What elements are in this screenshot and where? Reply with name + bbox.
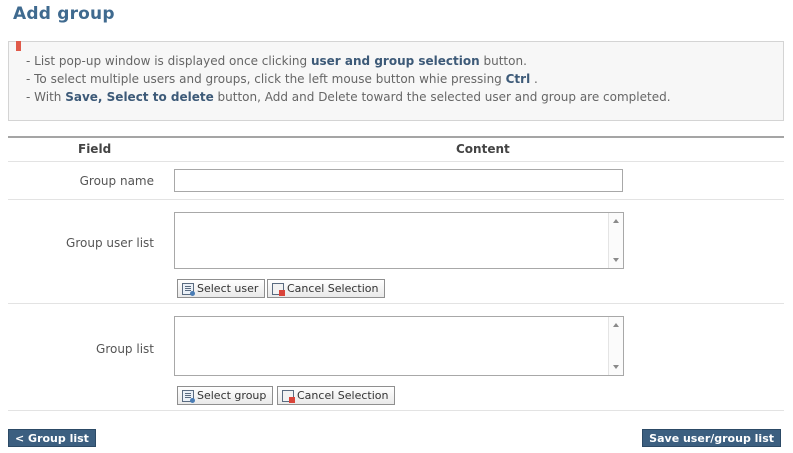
bookmark-icon: [16, 41, 21, 54]
select-group-button[interactable]: Select group: [177, 386, 274, 405]
group-list-back-button[interactable]: < Group list: [8, 429, 96, 447]
table-top-border: [8, 136, 784, 138]
info-line-1: - List pop-up window is displayed once c…: [26, 54, 527, 68]
group-user-list-label: Group user list: [66, 236, 154, 250]
scroll-up-icon[interactable]: [613, 219, 619, 223]
listbox-scrollbar[interactable]: [608, 213, 623, 268]
group-listbox[interactable]: [174, 316, 624, 376]
divider: [8, 303, 784, 304]
scroll-down-icon[interactable]: [613, 258, 619, 262]
cancel-selection-icon: [282, 389, 295, 403]
listbox-scrollbar[interactable]: [608, 317, 623, 375]
page-title: Add group: [13, 4, 115, 24]
scroll-up-icon[interactable]: [613, 323, 619, 327]
cancel-group-selection-button[interactable]: Cancel Selection: [277, 386, 396, 405]
cancel-selection-icon: [272, 282, 285, 296]
cancel-user-selection-button[interactable]: Cancel Selection: [267, 279, 386, 298]
group-name-input[interactable]: [174, 169, 623, 192]
info-line-2: - To select multiple users and groups, c…: [26, 72, 538, 86]
group-name-label: Group name: [79, 174, 154, 188]
save-user-group-list-button[interactable]: Save user/group list: [642, 429, 781, 447]
divider: [8, 410, 784, 411]
info-box: - List pop-up window is displayed once c…: [8, 41, 784, 121]
divider: [8, 199, 784, 200]
header-field: Field: [78, 142, 112, 156]
scroll-down-icon[interactable]: [613, 365, 619, 369]
group-list-label: Group list: [96, 342, 154, 356]
select-user-icon: [182, 282, 195, 296]
select-group-icon: [182, 389, 195, 403]
divider: [8, 161, 784, 162]
select-user-button[interactable]: Select user: [177, 279, 266, 298]
header-content: Content: [456, 142, 510, 156]
group-user-listbox[interactable]: [174, 212, 624, 269]
info-line-3: - With Save, Select to delete button, Ad…: [26, 90, 671, 104]
